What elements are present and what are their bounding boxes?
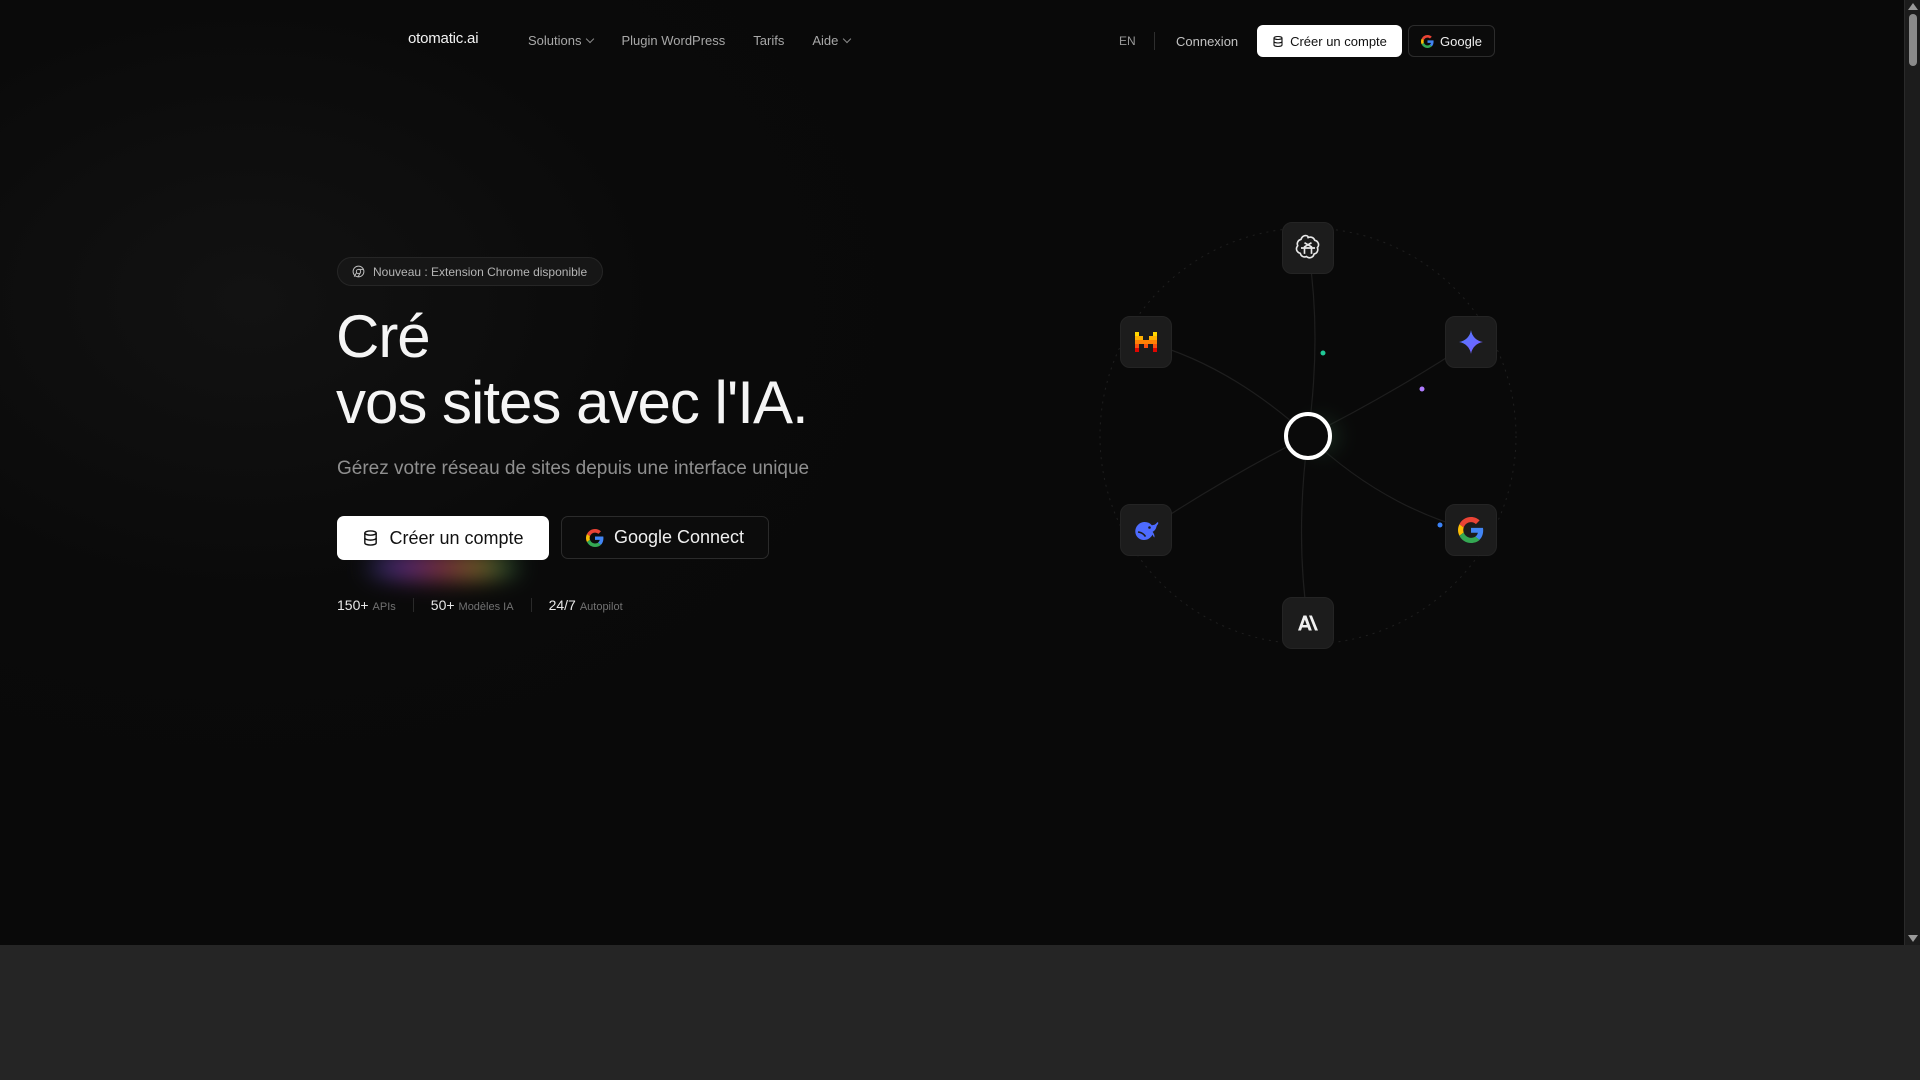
button-label: Google Connect <box>613 527 745 547</box>
mistral-icon <box>1135 332 1157 352</box>
mistral-node[interactable] <box>1120 316 1172 368</box>
nav-item-label: Solutions <box>528 33 582 48</box>
anthropic-icon <box>1298 615 1318 631</box>
google-icon <box>585 528 604 547</box>
google-icon <box>1421 34 1434 48</box>
anthropic-node[interactable] <box>1282 597 1334 649</box>
nav-item-plugin-wordpress[interactable]: Plugin WordPress <box>621 33 725 48</box>
database-icon <box>364 530 378 546</box>
main-nav: Solutions Plugin WordPress Tarifs Aide <box>528 33 878 48</box>
nav-item-tarifs[interactable]: Tarifs <box>753 33 784 48</box>
button-label: Créer un compte <box>1290 33 1387 49</box>
vertical-scrollbar[interactable] <box>1904 0 1920 945</box>
chrome-icon <box>352 265 365 278</box>
database-icon <box>1273 35 1283 47</box>
nav-item-label: Aide <box>812 33 839 48</box>
chevron-down-icon <box>586 34 595 43</box>
site-logo[interactable]: otomatic.ai <box>408 30 479 47</box>
gemini-node[interactable] <box>1445 316 1497 368</box>
stat-divider <box>530 598 532 612</box>
stat-label: APIs <box>372 601 396 613</box>
page-viewport: otomatic.ai Solutions Plugin WordPress T… <box>0 0 1904 945</box>
orbit-lines <box>1099 227 1517 645</box>
login-link[interactable]: Connexion <box>1176 34 1238 49</box>
badge-text: Nouveau : Extension Chrome disponible <box>373 264 588 279</box>
language-switcher[interactable]: EN <box>1119 34 1136 48</box>
chevron-down-icon <box>843 34 852 43</box>
google-icon <box>1458 517 1484 543</box>
hero-create-account-button[interactable]: Créer un compte <box>337 516 549 560</box>
hero-stats: 150+ APIs 50+ Modèles IA 24/7 Autopilot <box>337 597 623 613</box>
stat-divider <box>412 598 414 612</box>
openai-node[interactable] <box>1282 222 1334 274</box>
deepseek-icon <box>1135 522 1159 541</box>
nav-item-label: Plugin WordPress <box>621 33 726 48</box>
nav-item-solutions[interactable]: Solutions <box>528 33 595 48</box>
stat-number: 150+ <box>337 597 369 613</box>
button-label: Google <box>1440 33 1482 49</box>
stat-number: 24/7 <box>548 597 576 613</box>
gemini-icon <box>1459 330 1483 354</box>
stat-apis: 150+ APIs <box>337 597 396 613</box>
scroll-up-arrow[interactable] <box>1908 3 1918 10</box>
stat-autopilot: 24/7 Autopilot <box>549 597 623 613</box>
header-google-button[interactable]: Google <box>1408 25 1495 57</box>
below-viewport-area <box>0 945 1920 1080</box>
stat-label: Autopilot <box>579 601 623 613</box>
hero-google-connect-button[interactable]: Google Connect <box>561 516 769 559</box>
header-create-account-button[interactable]: Créer un compte <box>1257 25 1402 57</box>
hero-title: Cré vos sites avec l'IA. <box>336 303 809 436</box>
button-label: Créer un compte <box>389 527 524 548</box>
openai-icon <box>1295 234 1320 259</box>
hero-title-line-1: Cré <box>336 303 431 370</box>
scroll-down-arrow[interactable] <box>1908 935 1918 942</box>
announcement-badge[interactable]: Nouveau : Extension Chrome disponible <box>337 257 604 286</box>
deepseek-node[interactable] <box>1120 504 1172 556</box>
header-divider <box>1154 32 1155 50</box>
stat-models: 50+ Modèles IA <box>431 597 514 613</box>
nav-item-aide[interactable]: Aide <box>812 33 852 48</box>
google-node[interactable] <box>1445 504 1497 556</box>
ai-integrations-orbit <box>1090 215 1530 655</box>
hero-title-line-2: vos sites avec l'IA. <box>336 369 809 436</box>
scrollbar-thumb[interactable] <box>1909 14 1917 66</box>
stat-label: Modèles IA <box>458 601 514 613</box>
stat-number: 50+ <box>430 597 455 613</box>
nav-item-label: Tarifs <box>753 33 785 48</box>
hero-subtitle: Gérez votre réseau de sites depuis une i… <box>337 458 810 479</box>
